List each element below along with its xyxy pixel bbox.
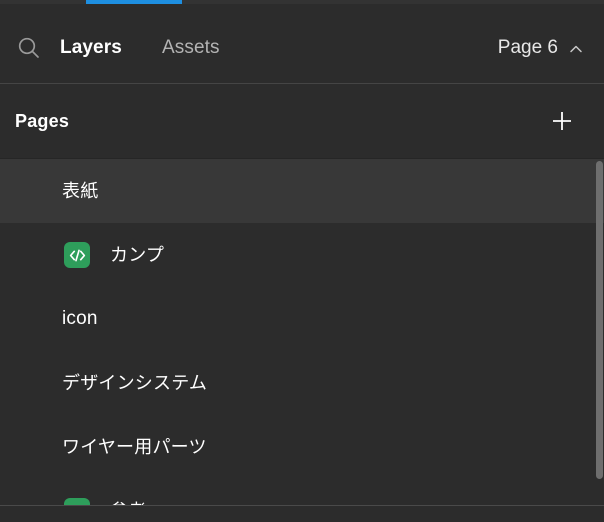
tab-assets[interactable]: Assets [162, 35, 220, 61]
plus-icon [550, 109, 574, 133]
page-row-label: 表紙 [62, 181, 99, 201]
pages-section-header: Pages [0, 85, 604, 158]
page-selector-label: Page 6 [497, 37, 558, 58]
tab-layers-label: Layers [60, 37, 122, 58]
page-row-label: icon [62, 308, 98, 329]
page-row-label: ワイヤー用パーツ [62, 437, 207, 457]
add-page-button[interactable] [540, 99, 584, 143]
page-title: Pages [15, 111, 70, 131]
header-divider [0, 83, 604, 84]
scrollbar-track[interactable] [594, 159, 604, 505]
tab-assets-label: Assets [162, 37, 220, 58]
list-item[interactable]: ワイヤー用パーツ [0, 415, 604, 479]
pages-list: 表紙 カンプ icon デザインシステム ワイヤー用パーツ [0, 159, 604, 505]
page-selector[interactable]: Page 6 [498, 35, 584, 61]
list-item[interactable]: 表紙 [0, 159, 604, 223]
list-item[interactable]: 参考 [0, 479, 604, 505]
chevron-up-icon [568, 41, 584, 57]
page-row-label: カンプ [110, 245, 165, 265]
page-row-label: デザインシステム [62, 373, 208, 393]
code-icon [64, 242, 90, 268]
page-row-label: 参考 [110, 498, 146, 505]
figma-layers-panel: Layers Assets Page 6 Pages 表紙 カンプ icon デ… [0, 0, 604, 522]
list-item[interactable]: デザインシステム [0, 351, 604, 415]
bottom-bar [0, 506, 604, 522]
search-icon[interactable] [16, 35, 42, 61]
tab-layers[interactable]: Layers [60, 35, 122, 61]
code-icon [64, 498, 90, 505]
list-item[interactable]: カンプ [0, 223, 604, 287]
panel-header: Layers Assets Page 6 [0, 4, 604, 84]
scrollbar-thumb[interactable] [596, 161, 603, 479]
list-item[interactable]: icon [0, 287, 604, 351]
